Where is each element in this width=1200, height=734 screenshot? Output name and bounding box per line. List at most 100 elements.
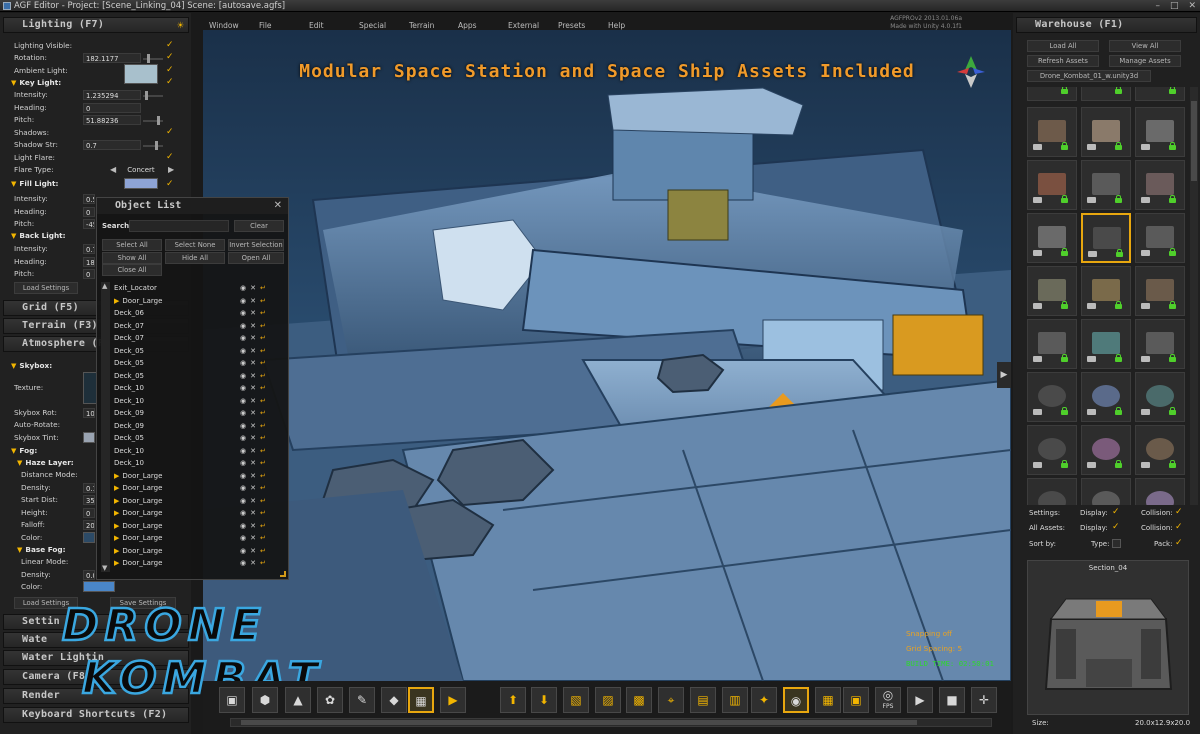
delete-x-icon[interactable]: ✕ (250, 532, 256, 544)
asset-tile[interactable] (1081, 107, 1131, 157)
menu-help[interactable]: Help (608, 21, 625, 30)
delete-x-icon[interactable]: ✕ (250, 470, 256, 482)
menu-file[interactable]: File (259, 21, 272, 30)
lock-toggle-icon[interactable]: ↵ (260, 320, 266, 332)
menu-terrain[interactable]: Terrain (409, 21, 434, 30)
folder-expand-icon[interactable]: ▶ (114, 484, 119, 492)
asset-tile[interactable] (1135, 87, 1185, 101)
back-pitch-field[interactable]: 0 (83, 269, 95, 279)
delete-x-icon[interactable]: ✕ (250, 307, 256, 319)
fill-light-color[interactable] (124, 178, 158, 189)
eye-icon[interactable]: ◉ (240, 320, 246, 332)
asset-tile[interactable] (1027, 107, 1077, 157)
asset-tile[interactable] (1027, 319, 1077, 369)
eye-icon[interactable]: ◉ (783, 687, 809, 713)
asset-tile[interactable] (1027, 478, 1077, 505)
object-list-item[interactable]: Deck_10 ◉ ✕ ↵ (114, 457, 288, 469)
lock-toggle-icon[interactable]: ↵ (260, 307, 266, 319)
rotation-slider[interactable] (143, 54, 163, 63)
settings-display-checkbox[interactable]: ✓ (1112, 506, 1120, 518)
object-list-item[interactable]: Exit_Locator ◉ ✕ ↵ (114, 282, 288, 294)
eye-icon[interactable]: ◉ (240, 370, 246, 382)
asset-grid-scrollbar-thumb[interactable] (1191, 101, 1197, 181)
folder-expand-icon[interactable]: ▶ (114, 547, 119, 555)
delete-x-icon[interactable]: ✕ (250, 495, 256, 507)
lock-toggle-icon[interactable]: ↵ (260, 395, 266, 407)
ambient-light-checkbox-2[interactable]: ✓ (166, 76, 174, 88)
object-list-item[interactable]: ▶Door_Large ◉ ✕ ↵ (114, 545, 288, 557)
light-flare-checkbox[interactable]: ✓ (166, 151, 174, 163)
eye-icon[interactable]: ◉ (240, 407, 246, 419)
all-collision-checkbox[interactable]: ✓ (1175, 521, 1183, 533)
lock-toggle-icon[interactable]: ↵ (260, 382, 266, 394)
eye-icon[interactable]: ◉ (240, 520, 246, 532)
open-all-button[interactable]: Open All (228, 252, 284, 264)
box-icon[interactable]: ◆ (381, 687, 407, 713)
asset-tile[interactable] (1081, 266, 1131, 316)
lock-toggle-icon[interactable]: ↵ (260, 470, 266, 482)
asset-tile[interactable] (1081, 319, 1131, 369)
grid-snap-6-icon[interactable]: ✦ (751, 687, 777, 713)
lock-toggle-icon[interactable]: ↵ (260, 357, 266, 369)
horizontal-scrollbar-thumb[interactable] (241, 720, 917, 725)
back-intensity-field[interactable]: 0.71 (83, 244, 95, 254)
shadow-str-slider[interactable] (143, 141, 163, 150)
lock-toggle-icon[interactable]: ↵ (260, 557, 266, 569)
asset-tile[interactable] (1027, 160, 1077, 210)
manage-assets-button[interactable]: Manage Assets (1109, 55, 1181, 67)
density-field[interactable]: 0.18 (83, 483, 95, 493)
key-pitch-field[interactable]: 51.88236 (83, 115, 141, 125)
object-list-item[interactable]: ▶Door_Large ◉ ✕ ↵ (114, 495, 288, 507)
back-light-subsection[interactable]: ▼ Back Light: (11, 230, 66, 242)
flare-next-icon[interactable]: ▶ (168, 165, 174, 174)
lock-toggle-icon[interactable]: ↵ (260, 370, 266, 382)
object-list-item[interactable]: Deck_05 ◉ ✕ ↵ (114, 345, 288, 357)
delete-x-icon[interactable]: ✕ (250, 457, 256, 469)
fill-heading-field[interactable]: 0 (83, 207, 95, 217)
folder-expand-icon[interactable]: ▶ (114, 559, 119, 567)
eye-icon[interactable]: ◉ (240, 432, 246, 444)
eye-icon[interactable]: ◉ (240, 307, 246, 319)
rotation-checkbox[interactable]: ✓ (166, 51, 174, 63)
shadows-checkbox[interactable]: ✓ (166, 126, 174, 138)
folder-expand-icon[interactable]: ▶ (114, 497, 119, 505)
eye-icon[interactable]: ◉ (240, 507, 246, 519)
grid-snap-3-icon[interactable]: ▩ (626, 687, 652, 713)
arrow-up-icon[interactable]: ⬆ (500, 687, 526, 713)
delete-x-icon[interactable]: ✕ (250, 557, 256, 569)
lock-toggle-icon[interactable]: ↵ (260, 345, 266, 357)
delete-x-icon[interactable]: ✕ (250, 320, 256, 332)
lock-toggle-icon[interactable]: ↵ (260, 407, 266, 419)
ambient-light-checkbox[interactable]: ✓ (166, 64, 174, 76)
grid-snap-5-icon[interactable]: ▥ (722, 687, 748, 713)
show-all-button[interactable]: Show All (102, 252, 162, 264)
eye-icon[interactable]: ◉ (240, 357, 246, 369)
lock-toggle-icon[interactable]: ↵ (260, 332, 266, 344)
save-icon[interactable]: ▣ (219, 687, 245, 713)
menu-window[interactable]: Window (209, 21, 239, 30)
lock-toggle-icon[interactable]: ↵ (260, 457, 266, 469)
delete-x-icon[interactable]: ✕ (250, 382, 256, 394)
play-icon[interactable]: ▶ (440, 687, 466, 713)
folder-expand-icon[interactable]: ▶ (114, 572, 119, 573)
object-list-item[interactable]: Deck_06 ◉ ✕ ↵ (114, 307, 288, 319)
menu-apps[interactable]: Apps (458, 21, 477, 30)
eye-icon[interactable]: ◉ (240, 282, 246, 294)
delete-x-icon[interactable]: ✕ (250, 507, 256, 519)
asset-tile[interactable] (1027, 372, 1077, 422)
asset-tile[interactable] (1081, 213, 1131, 263)
camera-fly-icon[interactable]: ▶ (907, 687, 933, 713)
delete-x-icon[interactable]: ✕ (250, 395, 256, 407)
asset-tile[interactable] (1081, 425, 1131, 475)
arrow-down-icon[interactable]: ⬇ (531, 687, 557, 713)
lighting-visible-checkbox[interactable]: ✓ (166, 39, 174, 51)
close-icon[interactable]: ✕ (274, 200, 282, 211)
height-field[interactable]: 0 (83, 508, 95, 518)
delete-x-icon[interactable]: ✕ (250, 332, 256, 344)
delete-x-icon[interactable]: ✕ (250, 445, 256, 457)
terrain-icon[interactable]: ▲ (285, 687, 311, 713)
ambient-light-color[interactable] (124, 64, 158, 84)
delete-x-icon[interactable]: ✕ (250, 345, 256, 357)
lock-toggle-icon[interactable]: ↵ (260, 532, 266, 544)
delete-x-icon[interactable]: ✕ (250, 370, 256, 382)
